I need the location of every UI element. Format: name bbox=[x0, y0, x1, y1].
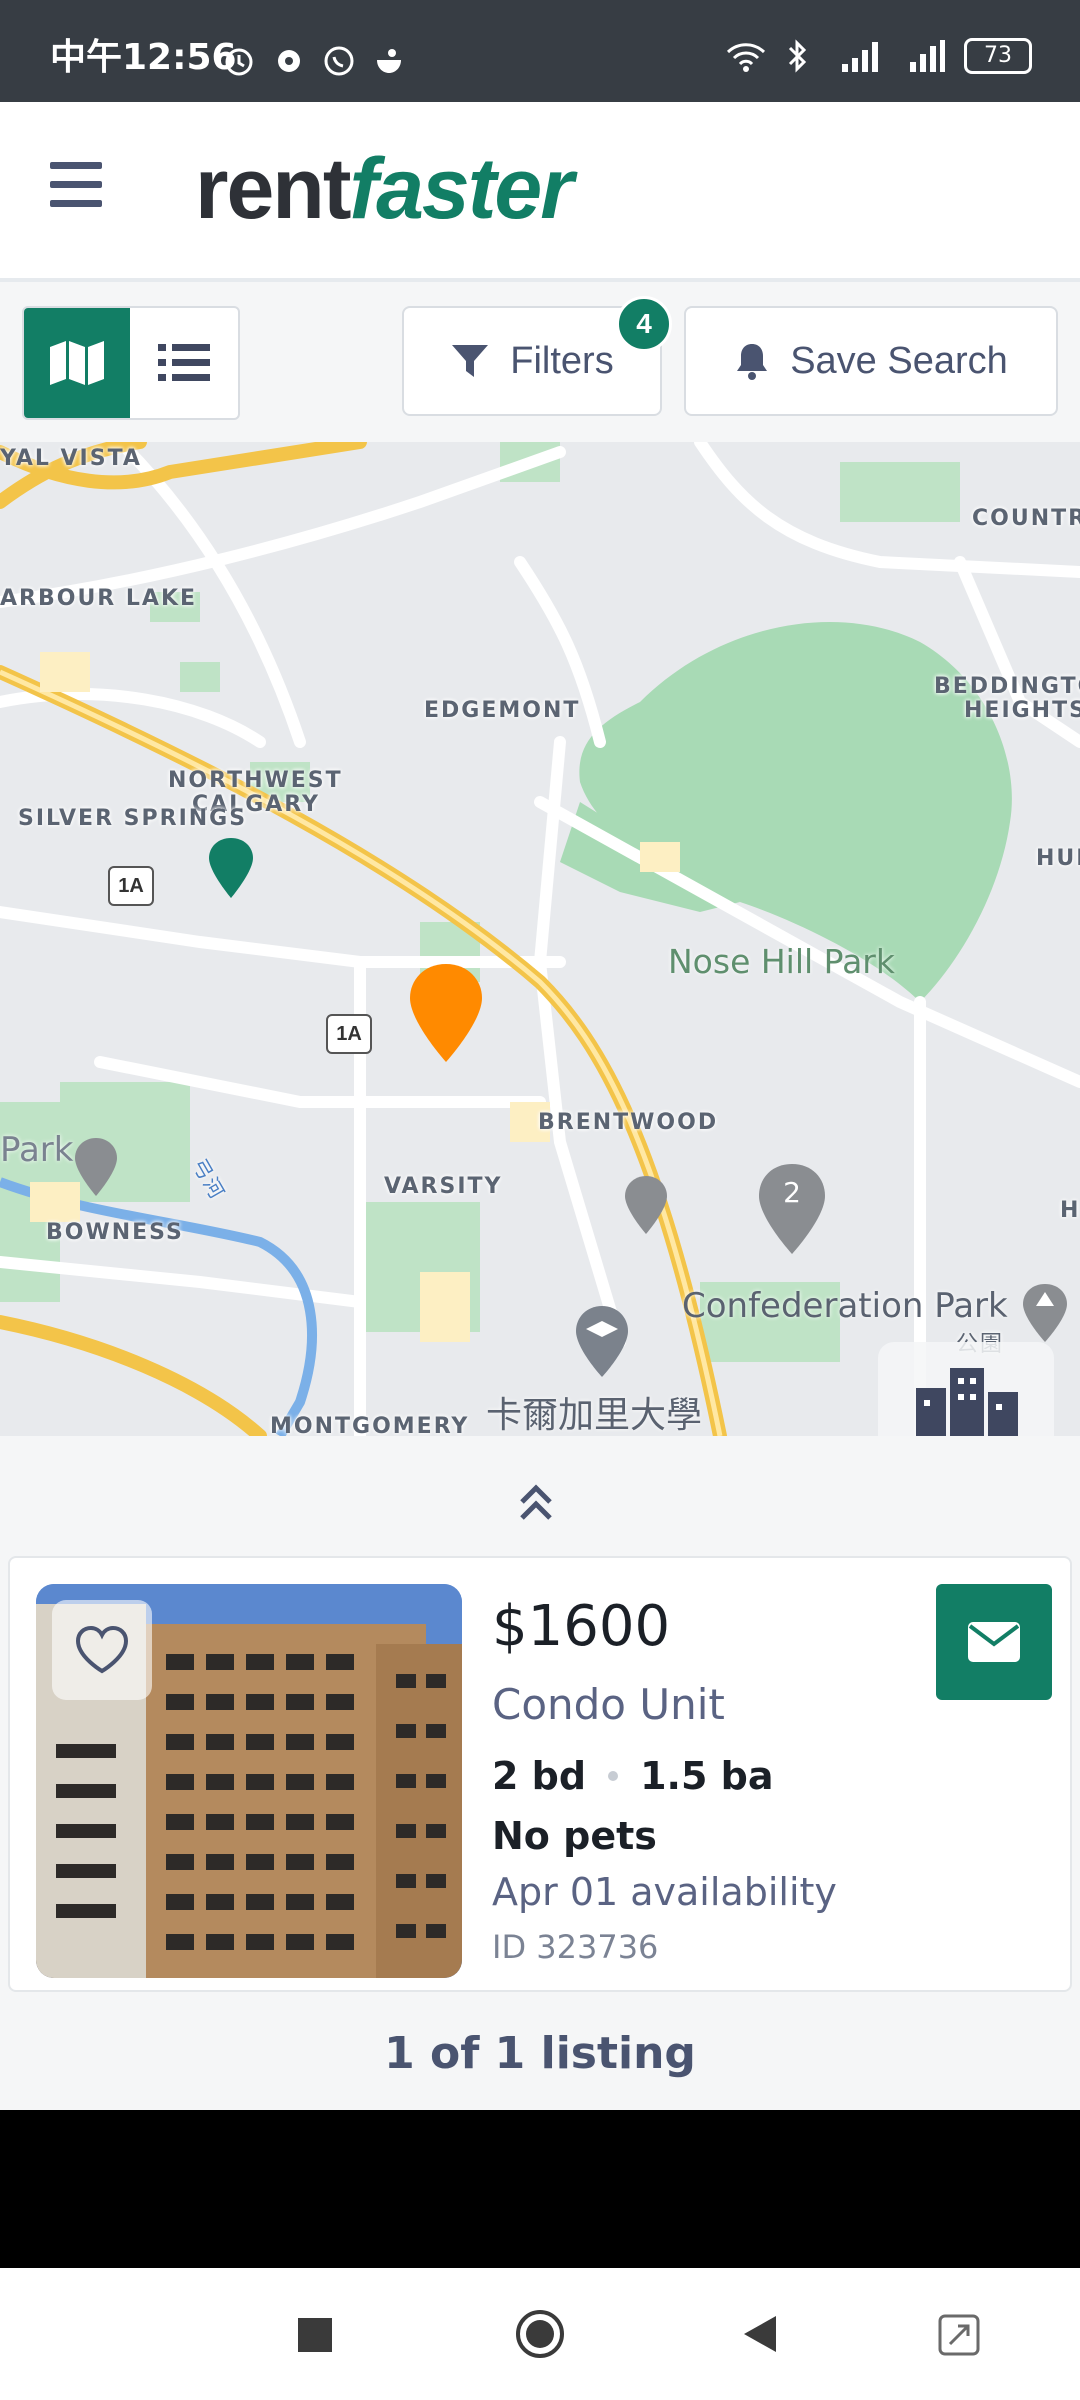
heart-icon bbox=[75, 1625, 129, 1674]
map-label-northwest: NORTHWEST bbox=[168, 768, 343, 793]
map-view-button[interactable] bbox=[24, 308, 130, 418]
listing-type: Condo Unit bbox=[492, 1680, 725, 1729]
map-label-h: H bbox=[1060, 1198, 1080, 1223]
university-poi-icon[interactable] bbox=[572, 1304, 632, 1380]
listing-id: ID 323736 bbox=[492, 1928, 659, 1966]
bluetooth-icon bbox=[788, 39, 807, 73]
listing-pin-green[interactable] bbox=[206, 836, 256, 902]
envelope-icon bbox=[968, 1622, 1020, 1662]
results-drawer: $1600 Condo Unit 2 bd 1.5 ba No pets Apr… bbox=[0, 1436, 1080, 2110]
highway-1a-shield: 1A bbox=[108, 866, 154, 906]
map-label-silver-springs: SILVER SPRINGS bbox=[18, 806, 248, 831]
map-label-heights: HEIGHTS bbox=[964, 698, 1080, 723]
back-triangle-icon[interactable] bbox=[742, 2314, 778, 2354]
listing-pin-grey[interactable] bbox=[72, 1136, 120, 1200]
listings-map[interactable]: YAL VISTA ARBOUR LAKE EDGEMONT NORTHWEST… bbox=[0, 442, 1080, 1436]
search-toolbar: Filters 4 Save Search bbox=[0, 282, 1080, 442]
listing-card[interactable]: $1600 Condo Unit 2 bd 1.5 ba No pets Apr… bbox=[8, 1556, 1072, 1992]
alarm-icon bbox=[222, 44, 256, 78]
app-notification-icon bbox=[372, 44, 406, 78]
separator-dot bbox=[608, 1771, 619, 1781]
filter-funnel-icon bbox=[452, 345, 489, 377]
wifi-icon bbox=[726, 43, 766, 72]
map-label-royal-vista: YAL VISTA bbox=[0, 446, 142, 471]
cluster-pin[interactable]: 2 bbox=[756, 1162, 828, 1258]
app-header: rentfaster bbox=[0, 102, 1080, 282]
status-time: 中午12:56 bbox=[50, 37, 237, 78]
contact-email-button[interactable] bbox=[936, 1584, 1052, 1700]
building-view-toggle[interactable] bbox=[878, 1342, 1054, 1436]
expand-chevron-up-icon[interactable] bbox=[516, 1480, 556, 1524]
status-notification-icons bbox=[222, 44, 406, 78]
home-circle-icon[interactable] bbox=[514, 2308, 566, 2360]
bell-icon bbox=[737, 344, 768, 380]
map-label-edgemont: EDGEMONT bbox=[424, 698, 581, 723]
results-count: 1 of 1 listing bbox=[384, 2028, 696, 2079]
rentfaster-logo[interactable]: rentfaster bbox=[195, 140, 574, 239]
recents-square-icon[interactable] bbox=[298, 2318, 332, 2352]
map-label-university: 卡爾加里大學 bbox=[486, 1395, 703, 1436]
favorite-button[interactable] bbox=[52, 1600, 152, 1700]
map-label-confederation-park: Confederation Park bbox=[682, 1286, 1008, 1326]
listing-beds: 2 bd bbox=[492, 1754, 587, 1798]
battery-indicator: 73 bbox=[964, 38, 1032, 74]
listing-price: $1600 bbox=[492, 1594, 671, 1659]
filters-label: Filters bbox=[510, 339, 614, 382]
status-system-icons: 73 bbox=[724, 38, 1032, 74]
status-bar: 中午12:56 73 bbox=[0, 0, 1080, 102]
whatsapp-icon bbox=[322, 44, 356, 78]
building-icon bbox=[916, 1368, 1018, 1436]
listing-availability: Apr 01 availability bbox=[492, 1870, 837, 1914]
blank-area bbox=[0, 2110, 1080, 2268]
save-search-button[interactable]: Save Search bbox=[684, 306, 1058, 416]
map-label-harbour-lake: ARBOUR LAKE bbox=[0, 586, 198, 611]
map-label-hun: HUN bbox=[1036, 846, 1080, 871]
listing-photo[interactable] bbox=[36, 1584, 462, 1978]
map-label-varsity: VARSITY bbox=[384, 1174, 503, 1199]
listing-bed-bath: 2 bd 1.5 ba bbox=[492, 1754, 773, 1798]
listing-pin-grey[interactable] bbox=[622, 1174, 670, 1238]
map-label-country: COUNTR bbox=[972, 506, 1080, 531]
map-label-brentwood: BRENTWOOD bbox=[538, 1110, 719, 1135]
filters-button[interactable]: Filters 4 bbox=[402, 296, 672, 416]
map-label-beddington: BEDDINGTO bbox=[934, 674, 1080, 699]
filters-count-badge: 4 bbox=[616, 296, 672, 352]
signal-roaming-icon bbox=[910, 40, 945, 72]
listing-baths: 1.5 ba bbox=[640, 1754, 774, 1798]
listing-pets: No pets bbox=[492, 1814, 657, 1858]
screenshot-expand-icon[interactable] bbox=[938, 2314, 980, 2356]
map-label-nose-hill-park: Nose Hill Park bbox=[668, 942, 895, 981]
cluster-count: 2 bbox=[783, 1176, 801, 1209]
selected-listing-pin[interactable] bbox=[406, 962, 486, 1066]
map-label-bowness: BOWNESS bbox=[46, 1220, 184, 1245]
menu-hamburger-icon[interactable] bbox=[50, 162, 102, 208]
map-label-montgomery: MONTGOMERY bbox=[270, 1414, 470, 1436]
signal-4g-icon bbox=[842, 42, 878, 72]
highway-1a-shield: 1A bbox=[326, 1014, 372, 1054]
settings-gear-icon bbox=[272, 44, 306, 78]
save-search-label: Save Search bbox=[790, 339, 1008, 382]
view-toggle bbox=[22, 306, 240, 420]
map-icon bbox=[50, 341, 104, 385]
park-poi-icon[interactable] bbox=[1020, 1282, 1070, 1346]
system-navigation-bar bbox=[0, 2268, 1080, 2400]
list-icon bbox=[158, 344, 210, 381]
map-label-park: Park bbox=[0, 1130, 74, 1170]
list-view-button[interactable] bbox=[130, 308, 238, 418]
